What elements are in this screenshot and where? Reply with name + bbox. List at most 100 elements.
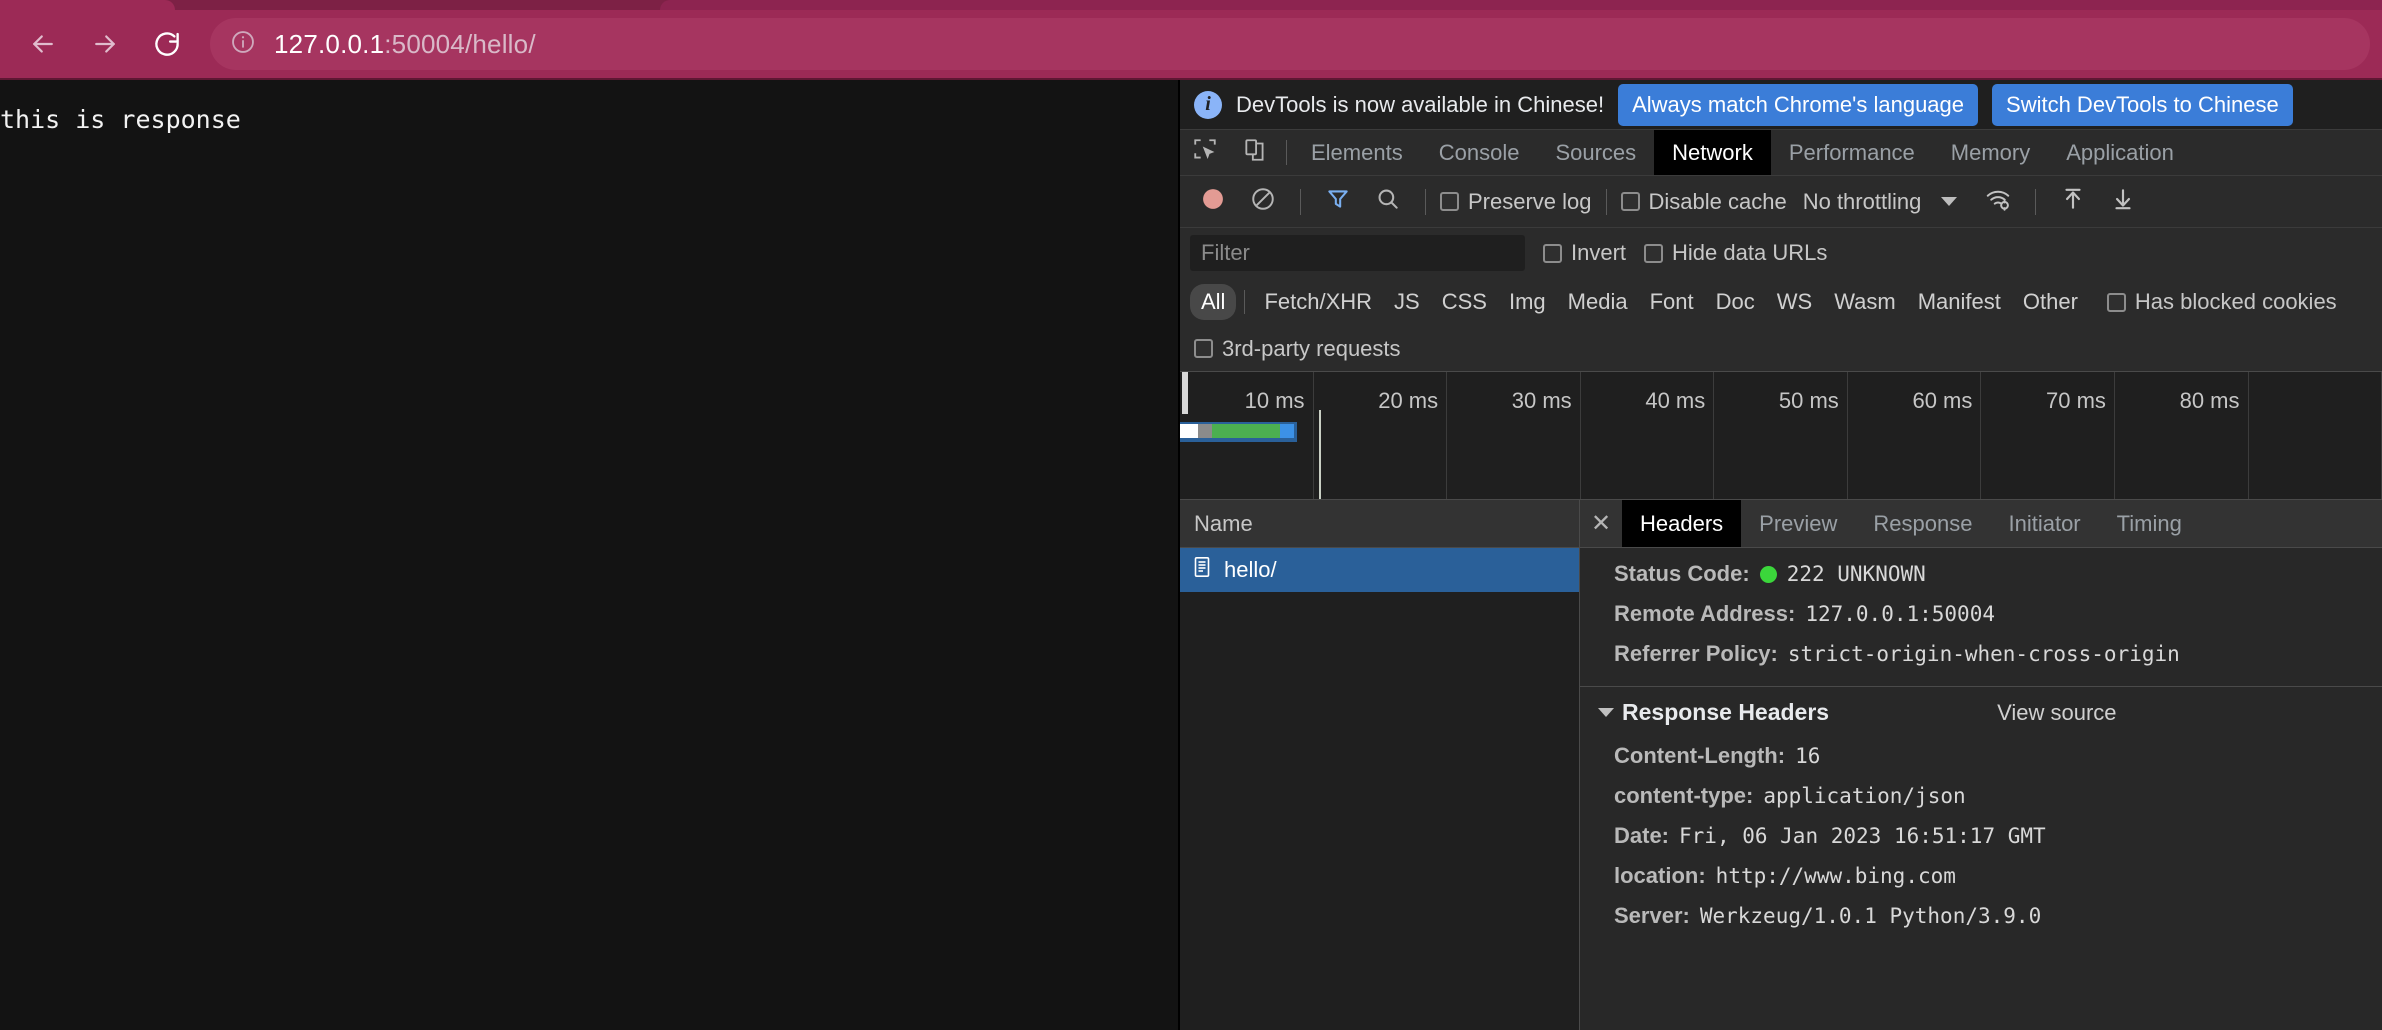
has-blocked-cookies-label: Has blocked cookies <box>2134 289 2337 314</box>
reload-icon <box>152 29 182 59</box>
referrer-policy-key: Referrer Policy: <box>1614 641 1778 666</box>
overview-playhead[interactable] <box>1182 372 1188 414</box>
filter-chip-all[interactable]: All <box>1190 284 1237 320</box>
browser-chrome: 127.0.0.1:50004/hello/ <box>0 0 2382 80</box>
request-list-column-header[interactable]: Name <box>1180 500 1579 548</box>
close-icon[interactable]: ✕ <box>1580 500 1622 547</box>
status-code-row: Status Code: 222 UNKNOWN <box>1580 554 2382 594</box>
header-value: http://www.bing.com <box>1715 864 1956 888</box>
request-detail-pane: ✕ Headers Preview Response Initiator Tim… <box>1580 500 2382 1030</box>
filter-chip-media[interactable]: Media <box>1557 284 1639 320</box>
filter-chip-ws[interactable]: WS <box>1766 284 1823 320</box>
view-source-link[interactable]: View source <box>1997 700 2116 726</box>
has-blocked-cookies-option[interactable]: Has blocked cookies <box>2106 289 2337 315</box>
back-button[interactable] <box>12 13 74 75</box>
device-toolbar-icon <box>1242 137 1268 168</box>
switch-devtools-language-button[interactable]: Switch DevTools to Chinese <box>1992 83 2293 126</box>
waterfall-segment-waiting <box>1212 424 1280 438</box>
inspect-element-button[interactable] <box>1180 130 1230 175</box>
network-conditions-button[interactable] <box>1975 179 2021 225</box>
browser-tab-active[interactable] <box>0 0 175 10</box>
filter-chip-other[interactable]: Other <box>2012 284 2089 320</box>
filter-chip-font[interactable]: Font <box>1639 284 1705 320</box>
hide-data-urls-option[interactable]: Hide data URLs <box>1644 240 1827 266</box>
filter-row: Invert Hide data URLs <box>1180 228 2382 278</box>
hide-data-urls-checkbox[interactable] <box>1644 243 1664 263</box>
network-toolbar: Preserve log Disable cache No throttling <box>1180 176 2382 228</box>
has-blocked-cookies-checkbox[interactable] <box>2106 292 2126 312</box>
overview-tick-cell <box>2249 372 2382 500</box>
search-button[interactable] <box>1365 179 1411 225</box>
tab-sources[interactable]: Sources <box>1537 130 1654 175</box>
table-row[interactable]: hello/ <box>1180 548 1579 592</box>
header-row: location: http://www.bing.com <box>1580 856 2382 896</box>
detail-tab-response[interactable]: Response <box>1855 500 1990 547</box>
filter-chip-doc[interactable]: Doc <box>1705 284 1766 320</box>
tab-console[interactable]: Console <box>1421 130 1538 175</box>
browser-toolbar: 127.0.0.1:50004/hello/ <box>0 10 2382 78</box>
header-row: Content-Length: 16 <box>1580 736 2382 776</box>
invert-checkbox[interactable] <box>1543 243 1562 263</box>
url-host: 127.0.0.1 <box>274 28 385 59</box>
detail-tab-preview[interactable]: Preview <box>1741 500 1855 547</box>
overview-request-bar <box>1180 424 1294 438</box>
response-headers-section-header[interactable]: Response Headers View source <box>1580 687 2382 736</box>
overview-grid: 10 ms 20 ms 30 ms 40 ms 50 ms 60 ms 70 m… <box>1180 372 2382 500</box>
arrow-right-icon <box>90 29 120 59</box>
tab-application[interactable]: Application <box>2048 130 2192 175</box>
filter-chip-css[interactable]: CSS <box>1431 284 1498 320</box>
forward-button[interactable] <box>74 13 136 75</box>
detail-tab-headers[interactable]: Headers <box>1622 500 1742 547</box>
referrer-policy-value: strict-origin-when-cross-origin <box>1787 642 2180 666</box>
overview-tick-cell: 80 ms <box>2115 372 2249 500</box>
overview-tick-cell: 50 ms <box>1714 372 1848 500</box>
toolbar-separator-4 <box>2035 188 2037 215</box>
filter-input[interactable] <box>1190 235 1525 271</box>
clear-button[interactable] <box>1240 179 1286 225</box>
tab-performance[interactable]: Performance <box>1771 130 1933 175</box>
filter-chip-manifest[interactable]: Manifest <box>1907 284 2012 320</box>
tab-elements[interactable]: Elements <box>1293 130 1421 175</box>
overview-tick-label: 50 ms <box>1778 388 1839 413</box>
filter-toggle-button[interactable] <box>1315 179 1361 225</box>
url-path: :50004/hello/ <box>384 28 536 59</box>
device-toolbar-button[interactable] <box>1230 130 1280 175</box>
address-bar[interactable]: 127.0.0.1:50004/hello/ <box>210 18 2370 70</box>
filter-chip-img[interactable]: Img <box>1498 284 1557 320</box>
throttling-select[interactable]: No throttling <box>1803 189 1922 215</box>
request-detail-body: Status Code: 222 UNKNOWN Remote Address:… <box>1580 548 2382 1030</box>
preserve-log-option[interactable]: Preserve log <box>1440 189 1592 215</box>
request-detail-tabbar: ✕ Headers Preview Response Initiator Tim… <box>1580 500 2382 548</box>
tab-network[interactable]: Network <box>1654 130 1771 175</box>
preserve-log-checkbox[interactable] <box>1440 192 1459 211</box>
header-row: content-type: application/json <box>1580 776 2382 816</box>
info-circle-icon[interactable] <box>230 29 256 60</box>
disable-cache-option[interactable]: Disable cache <box>1620 189 1787 215</box>
third-party-requests-checkbox[interactable] <box>1194 339 1213 358</box>
network-split-view: Name hello/ ✕ Headers Preview Response I… <box>1180 500 2382 1030</box>
detail-tab-timing[interactable]: Timing <box>2099 500 2200 547</box>
filter-chip-wasm[interactable]: Wasm <box>1823 284 1907 320</box>
invert-option[interactable]: Invert <box>1543 240 1626 266</box>
tab-memory[interactable]: Memory <box>1933 130 2048 175</box>
overview-tick-label: 40 ms <box>1645 388 1706 413</box>
detail-tab-initiator[interactable]: Initiator <box>1990 500 2098 547</box>
header-value: application/json <box>1763 784 1966 808</box>
third-party-requests-option[interactable]: 3rd-party requests <box>1194 336 1401 362</box>
network-overview-timeline[interactable]: 10 ms 20 ms 30 ms 40 ms 50 ms 60 ms 70 m… <box>1180 372 2382 500</box>
always-match-language-button[interactable]: Always match Chrome's language <box>1618 83 1979 126</box>
filter-chip-js[interactable]: JS <box>1383 284 1431 320</box>
triangle-down-icon[interactable] <box>1598 708 1614 717</box>
disable-cache-checkbox[interactable] <box>1620 192 1640 211</box>
import-har-button[interactable] <box>2050 179 2096 225</box>
reload-button[interactable] <box>136 13 198 75</box>
status-badge <box>1759 565 1777 583</box>
export-har-button[interactable] <box>2100 179 2146 225</box>
referrer-policy-row: Referrer Policy: strict-origin-when-cros… <box>1580 634 2382 674</box>
remote-address-key: Remote Address: <box>1614 601 1796 626</box>
record-button[interactable] <box>1190 179 1236 225</box>
filter-chip-fetch-xhr[interactable]: Fetch/XHR <box>1253 284 1383 320</box>
request-list-empty-area <box>1180 592 1579 1030</box>
chevron-down-icon[interactable] <box>1941 197 1958 206</box>
overview-tick-label: 20 ms <box>1378 388 1439 413</box>
